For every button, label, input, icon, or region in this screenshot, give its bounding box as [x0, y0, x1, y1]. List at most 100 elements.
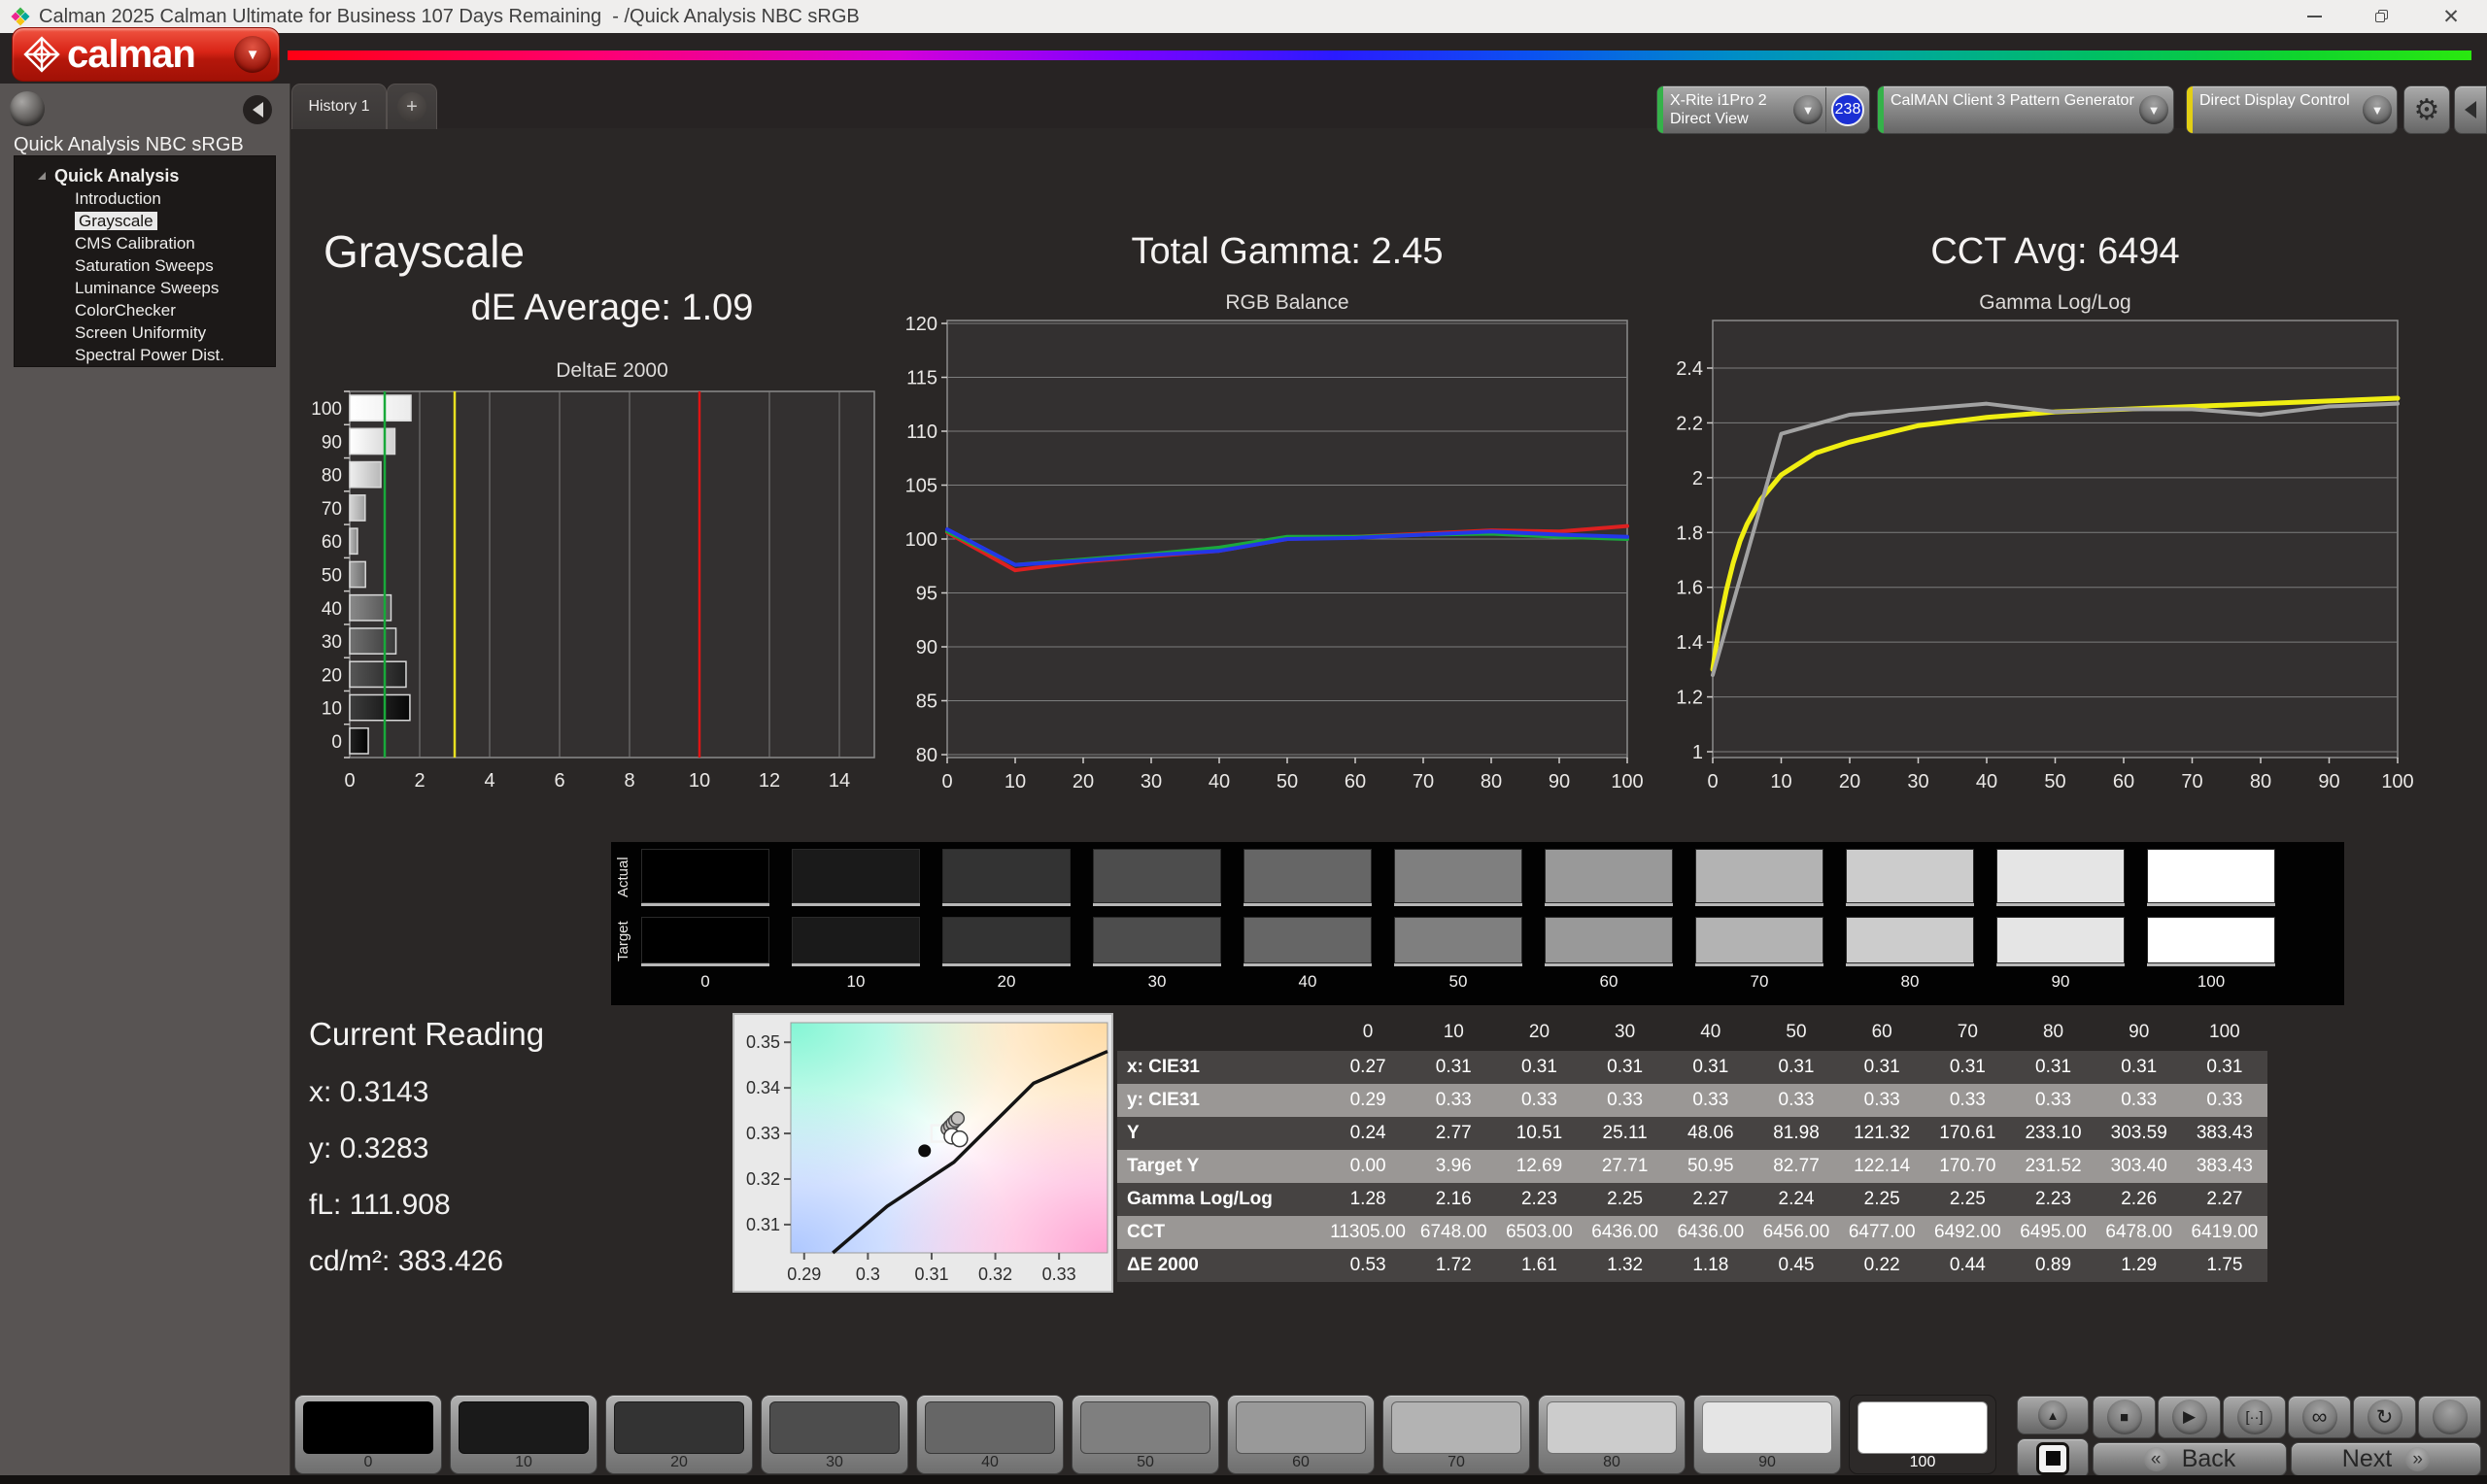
- table-cell: 0.31: [1411, 1051, 1496, 1084]
- sidebar-item-screen-uniformity[interactable]: Screen Uniformity: [15, 321, 275, 344]
- table-cell: 25.11: [1583, 1117, 1668, 1150]
- swatch-level-label: 40: [1244, 972, 1372, 992]
- sidebar-item-spectral-power-dist-[interactable]: Spectral Power Dist.: [15, 344, 275, 366]
- svg-text:2: 2: [414, 770, 425, 792]
- pattern-level-button-70[interactable]: 70: [1382, 1395, 1530, 1474]
- pattern-level-button-10[interactable]: 10: [450, 1395, 597, 1474]
- svg-text:30: 30: [1141, 771, 1162, 793]
- table-col-header: 90: [2096, 1018, 2182, 1047]
- table-row-label: ΔE 2000: [1117, 1249, 1325, 1282]
- chevron-down-icon[interactable]: ▼: [1793, 95, 1823, 124]
- pattern-level-button-80[interactable]: 80: [1538, 1395, 1686, 1474]
- target-swatch-0: [641, 917, 769, 963]
- meter-label: X-Rite i1Pro 2Direct View: [1670, 91, 1793, 128]
- target-swatch-80: [1846, 917, 1974, 963]
- pattern-level-button-30[interactable]: 30: [761, 1395, 908, 1474]
- chevron-down-icon[interactable]: ▼: [2139, 95, 2168, 124]
- close-button[interactable]: ✕: [2432, 0, 2470, 33]
- pattern-level-button-20[interactable]: 20: [605, 1395, 753, 1474]
- svg-text:115: 115: [906, 368, 937, 389]
- stop-button[interactable]: ■: [2093, 1396, 2156, 1438]
- meter-count-badge[interactable]: 238: [1831, 93, 1864, 126]
- target-swatch-70: [1695, 917, 1823, 963]
- sidebar-item-luminance-sweeps[interactable]: Luminance Sweeps: [15, 277, 275, 299]
- pattern-level-button-90[interactable]: 90: [1693, 1395, 1841, 1474]
- table-cell: 50.95: [1668, 1150, 1754, 1183]
- tab-label: History 1: [308, 98, 369, 116]
- pattern-swatch: [1391, 1401, 1521, 1454]
- back-button[interactable]: « Back: [2093, 1442, 2287, 1476]
- pattern-level-button-60[interactable]: 60: [1227, 1395, 1375, 1474]
- swatch-level-label: 90: [1996, 972, 2125, 992]
- table-cell: 2.27: [1668, 1183, 1754, 1216]
- target-swatch-100: [2147, 917, 2275, 963]
- svg-text:120: 120: [905, 316, 937, 335]
- logo-dropdown-arrow[interactable]: ▼: [234, 36, 271, 73]
- loop-icon: ∞: [2302, 1400, 2337, 1434]
- stop-icon: ■: [2107, 1400, 2142, 1434]
- pattern-level-button-100[interactable]: 100: [1849, 1395, 1996, 1474]
- pattern-level-button-40[interactable]: 40: [916, 1395, 1064, 1474]
- svg-text:110: 110: [906, 422, 937, 443]
- play-button[interactable]: ▶: [2158, 1396, 2221, 1438]
- sidebar-item-colorchecker[interactable]: ColorChecker: [15, 299, 275, 321]
- blank-button[interactable]: [2418, 1396, 2481, 1438]
- refresh-button[interactable]: ↻: [2353, 1396, 2416, 1438]
- next-label: Next: [2342, 1445, 2392, 1473]
- pattern-level-label: 10: [451, 1454, 596, 1471]
- sidebar-item-grayscale[interactable]: Grayscale: [15, 210, 275, 232]
- meter-dropdown[interactable]: X-Rite i1Pro 2Direct View ▼ 238: [1656, 85, 1870, 134]
- sidebar-item-introduction[interactable]: Introduction: [15, 187, 275, 210]
- table-col-header: 0: [1325, 1018, 1411, 1047]
- sidebar-collapse-button[interactable]: [243, 95, 272, 124]
- table-cell: 12.69: [1496, 1150, 1582, 1183]
- double-chevron-right-icon: »: [2405, 1447, 2430, 1471]
- svg-text:50: 50: [2044, 771, 2065, 793]
- pattern-swatch: [1547, 1401, 1677, 1454]
- svg-text:80: 80: [322, 466, 342, 487]
- calman-menu-button[interactable]: calman ▼: [12, 27, 280, 82]
- deltae-chart-title: DeltaE 2000: [350, 359, 874, 383]
- table-row-label: y: CIE31: [1117, 1084, 1325, 1117]
- sidebar-item-label: Screen Uniformity: [75, 323, 206, 342]
- svg-text:70: 70: [1413, 771, 1434, 793]
- sidebar-sphere-button[interactable]: [10, 91, 45, 126]
- svg-text:95: 95: [916, 584, 937, 605]
- sidebar-item-cms-calibration[interactable]: CMS Calibration: [15, 232, 275, 254]
- toolbar-collapse-button[interactable]: [2454, 85, 2487, 134]
- svg-text:1.2: 1.2: [1676, 688, 1703, 709]
- table-cell: 0.31: [2010, 1051, 2095, 1084]
- table-cell: 10.51: [1496, 1117, 1582, 1150]
- display-control-dropdown[interactable]: Direct Display Control ▼: [2186, 85, 2398, 134]
- next-button[interactable]: Next »: [2291, 1442, 2481, 1476]
- workflow-tree: Quick AnalysisIntroductionGrayscaleCMS C…: [14, 155, 276, 367]
- window-pattern-button[interactable]: [2017, 1438, 2089, 1478]
- table-cell: 0.22: [1839, 1249, 1925, 1282]
- table-cell: 122.14: [1839, 1150, 1925, 1183]
- pattern-generator-dropdown[interactable]: CalMAN Client 3 Pattern Generator ▼: [1877, 85, 2174, 134]
- svg-text:80: 80: [916, 745, 937, 766]
- sidebar-item-saturation-sweeps[interactable]: Saturation Sweeps: [15, 254, 275, 277]
- tab-history-1[interactable]: History 1: [291, 84, 387, 129]
- bottom-edge-strip: [0, 1475, 2487, 1484]
- svg-text:20: 20: [322, 665, 342, 686]
- pattern-swatch: [1236, 1401, 1366, 1454]
- restore-button[interactable]: [2363, 0, 2402, 33]
- tree-root-quick-analysis[interactable]: Quick Analysis: [15, 164, 275, 187]
- cie-chromaticity-inset: 0.290.30.310.320.330.350.340.330.320.31: [732, 1013, 1113, 1293]
- pattern-bar-expand-button[interactable]: ▲: [2017, 1396, 2089, 1434]
- svg-text:50: 50: [322, 566, 342, 587]
- step-button[interactable]: [··]: [2223, 1396, 2286, 1438]
- actual-swatch-50: [1394, 849, 1522, 903]
- svg-text:80: 80: [1481, 771, 1502, 793]
- pattern-level-button-0[interactable]: 0: [294, 1395, 442, 1474]
- chevron-down-icon[interactable]: ▼: [2363, 95, 2392, 124]
- pattern-level-button-50[interactable]: 50: [1072, 1395, 1219, 1474]
- minimize-button[interactable]: [2295, 0, 2334, 33]
- settings-button[interactable]: ⚙: [2403, 85, 2450, 134]
- target-swatch-50: [1394, 917, 1522, 963]
- table-cell: 6748.00: [1411, 1216, 1496, 1249]
- add-tab-button[interactable]: +: [387, 84, 437, 129]
- svg-text:1.8: 1.8: [1676, 523, 1703, 544]
- loop-button[interactable]: ∞: [2288, 1396, 2351, 1438]
